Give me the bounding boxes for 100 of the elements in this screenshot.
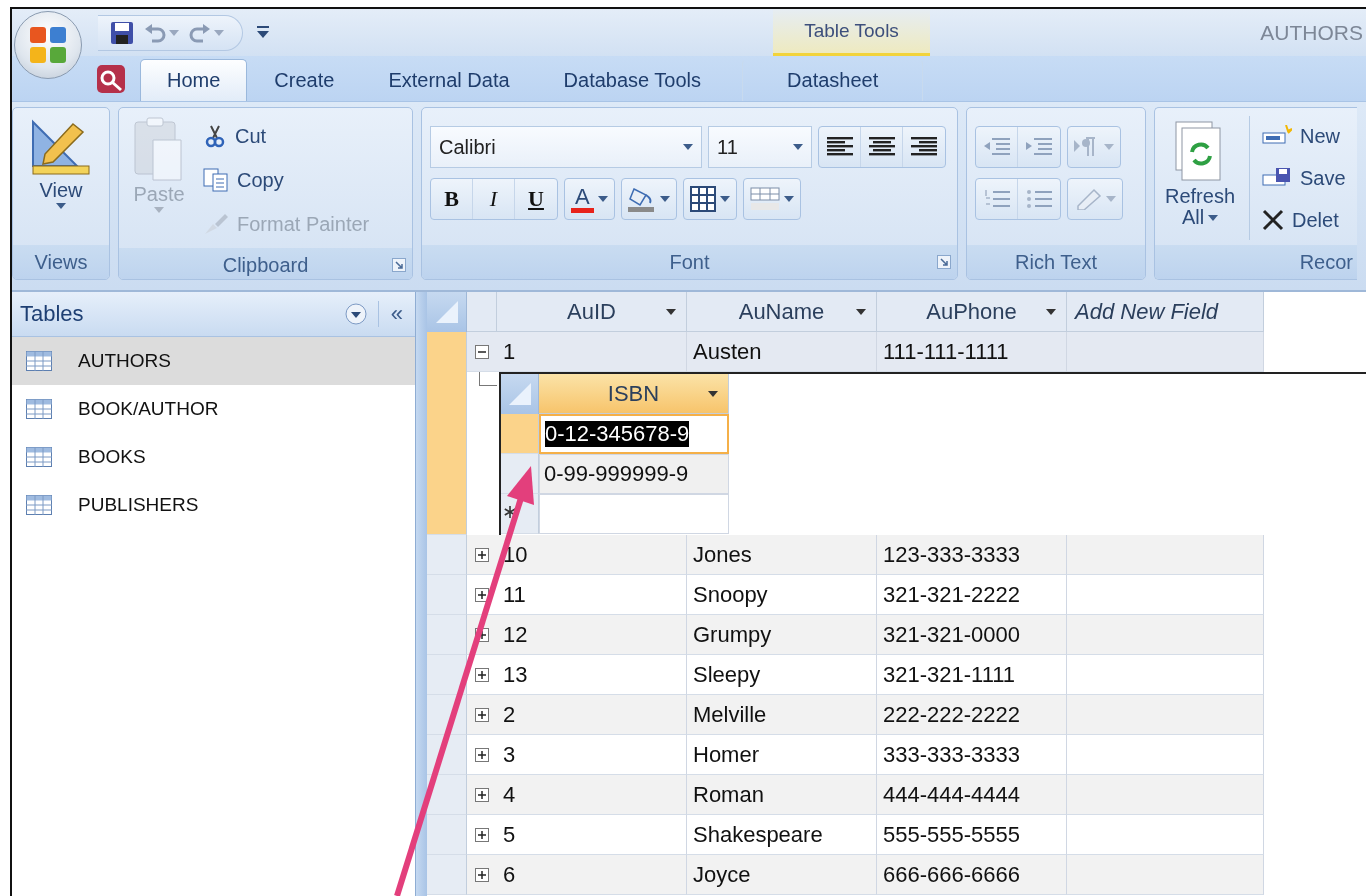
italic-button[interactable]: I [473,179,515,219]
office-logo-icon [28,25,68,65]
table-cell: 0-99-999999-9 [539,454,729,494]
navigation-item[interactable]: PUBLISHERS [12,481,415,529]
collapse-icon[interactable] [475,344,489,359]
dialog-launcher-icon[interactable] [392,258,406,272]
column-header[interactable]: AuName [687,292,877,332]
table-cell: Snoopy [687,575,877,615]
copy-button[interactable]: Copy [201,160,372,200]
text-direction-button[interactable] [1067,126,1121,168]
table-cell: 555-555-5555 [877,815,1067,855]
customize-icon [257,25,269,40]
table-cell: 111-111-1111 [877,332,1067,372]
table-cell: Austen [687,332,877,372]
table-cell: 0-12-345678-9 [539,414,729,454]
save-button[interactable] [110,20,134,45]
record-selector[interactable] [427,775,467,815]
refresh-all-button[interactable]: Refresh All [1161,116,1240,228]
table-cell: 321-321-2222 [877,575,1067,615]
cut-button[interactable]: Cut [201,116,372,156]
table-icon [26,447,52,467]
collapse-pane-button[interactable]: « [377,301,407,327]
dropdown-circle-icon[interactable] [343,302,368,326]
table-cell: Joyce [687,855,877,895]
dropdown-caret-icon [659,196,670,202]
table-icon [26,351,52,371]
delete-record-button[interactable]: Delet [1260,200,1348,240]
bold-button[interactable]: B [431,179,473,219]
redo-icon [189,22,211,43]
column-header[interactable]: AuPhone [877,292,1067,332]
pane-splitter[interactable] [415,292,427,896]
dropdown-caret-icon [1106,196,1116,202]
underline-button[interactable]: U [515,179,557,219]
pane-title: Tables [20,301,84,327]
table-cell: 3 [497,735,687,775]
font-name-field[interactable]: Calibri [430,126,702,168]
font-size-field[interactable]: 11 [708,126,812,168]
new-record-button[interactable]: New [1260,116,1348,156]
table-cell: 6 [497,855,687,895]
table-cell: 4 [497,775,687,815]
dropdown-caret-icon [56,203,66,209]
expand-icon[interactable] [475,867,489,882]
column-header[interactable]: Add New Field [1067,292,1264,332]
expand-icon[interactable] [475,587,489,602]
redo-button[interactable] [189,22,224,43]
paint-bucket-icon [627,185,656,213]
ribbon-tab[interactable]: Create [247,59,362,101]
dialog-launcher-icon[interactable] [937,255,951,269]
expand-icon[interactable] [475,787,489,802]
dropdown-caret-icon [708,391,718,397]
save-record-icon [1262,167,1293,189]
ribbon-tab[interactable]: Database Tools [536,59,729,101]
ribbon-tab[interactable]: Home [140,59,248,101]
view-button[interactable]: View [25,116,97,209]
table-cell: 5 [497,815,687,855]
fill-color-button[interactable] [620,178,677,220]
dropdown-caret-icon [719,196,730,202]
highlight-button[interactable] [1067,178,1123,220]
navigation-item[interactable]: BOOK/AUTHOR [12,385,415,433]
expand-icon[interactable] [475,707,489,722]
bullet-list-icon [1026,188,1052,210]
table-cell: Roman [687,775,877,815]
dropdown-caret-icon [1046,309,1056,315]
customize-toolbar-button[interactable] [257,25,269,40]
dropdown-caret-icon [1208,214,1219,221]
dropdown-caret-icon [1104,144,1114,150]
ribbon-tab[interactable]: External Data [361,59,537,101]
indent-icon [1026,136,1052,158]
column-header[interactable]: AuID [497,292,687,332]
alternate-fill-button[interactable] [742,178,801,220]
ribbon-tab[interactable]: Datasheet [742,59,924,101]
select-all-button[interactable] [501,374,539,414]
expand-icon[interactable] [475,747,489,762]
table-cell: Grumpy [687,615,877,655]
dropdown-caret-icon [856,309,866,315]
expand-icon[interactable] [475,667,489,682]
font-color-button[interactable]: A [564,178,615,220]
scissors-icon [203,124,227,148]
save-record-button[interactable]: Save [1260,158,1348,198]
select-all-button[interactable] [427,292,467,332]
table-cell: 12 [497,615,687,655]
column-header[interactable]: ISBN [539,374,729,414]
align-center-icon [868,137,895,157]
table-icon [26,495,52,515]
navigation-item[interactable]: AUTHORS [12,337,415,385]
new-record-cell[interactable] [539,494,729,534]
undo-button[interactable] [144,22,179,43]
gridlines-button[interactable] [682,178,737,220]
table-cell: 123-333-3333 [877,535,1067,575]
navigation-item[interactable]: BOOKS [12,433,415,481]
window-title: AUTHORS [1260,19,1364,46]
table-cell: Shakespeare [687,815,877,855]
table-cell: 444-444-4444 [877,775,1067,815]
expand-icon[interactable] [475,547,489,562]
dropdown-caret-icon [214,29,224,36]
table-cell: Melville [687,695,877,735]
expand-icon[interactable] [475,827,489,842]
record-selector[interactable] [427,655,467,695]
group-label: Views [34,250,88,274]
dropdown-caret-icon [783,196,794,202]
